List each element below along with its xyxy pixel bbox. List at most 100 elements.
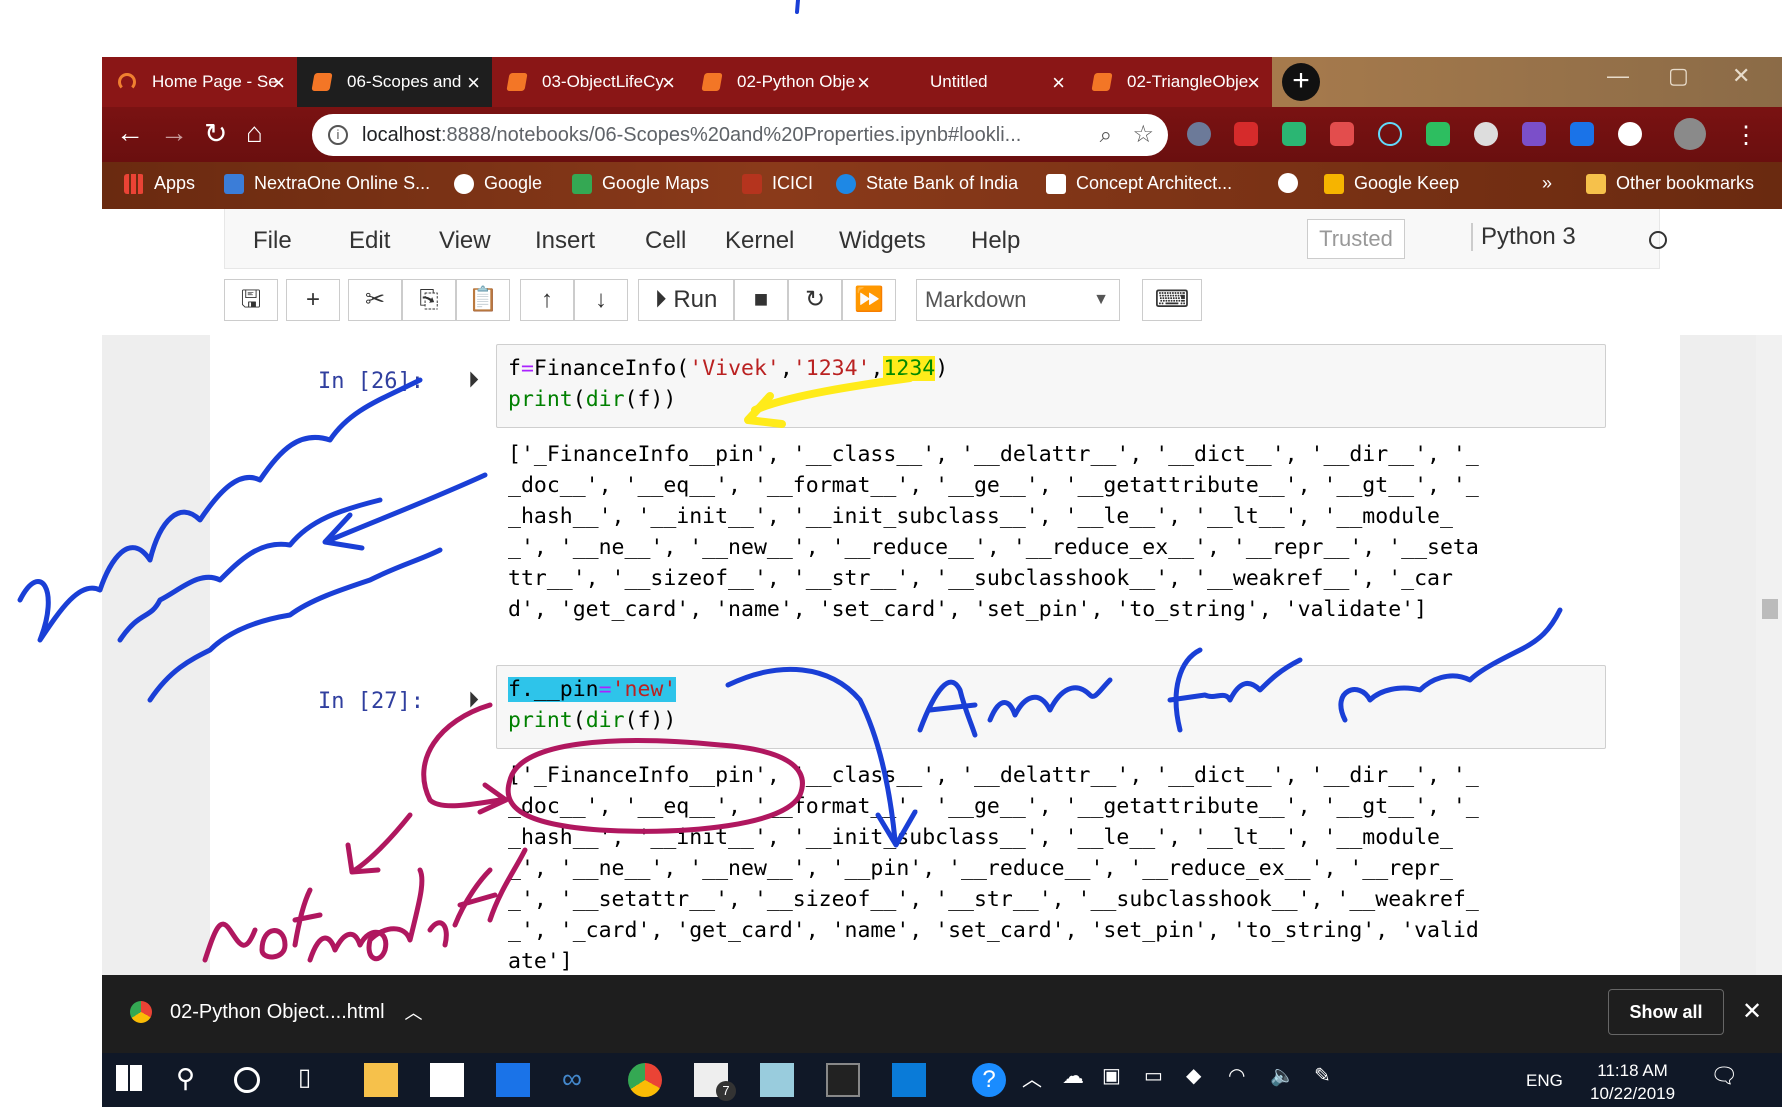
bookmarks-overflow[interactable]: » [1542, 173, 1552, 194]
move-up-button[interactable]: ↑ [520, 279, 574, 321]
tab-03-objectlifecycle[interactable]: 03-ObjectLifeCy × [492, 57, 687, 107]
close-icon[interactable]: × [662, 70, 675, 96]
restart-run-all-button[interactable]: ⏩ [842, 279, 896, 321]
cell-type-select[interactable]: Markdown ▼ [916, 279, 1120, 321]
menu-view[interactable]: View [439, 227, 491, 255]
bookmark-icici[interactable]: ICICI [742, 173, 813, 194]
save-button[interactable]: 🖫 [224, 279, 278, 321]
info-icon[interactable]: i [328, 125, 348, 145]
chevron-up-icon[interactable]: ︿ [1022, 1063, 1056, 1097]
bookmark-google-keep[interactable]: Google Keep [1324, 173, 1459, 194]
forward-icon[interactable]: → [160, 117, 188, 149]
onenote-icon[interactable] [1522, 122, 1546, 146]
wifi-icon[interactable]: ◠ [1228, 1063, 1262, 1097]
pen-icon[interactable]: ✎ [1314, 1063, 1348, 1097]
search-icon[interactable]: ⚲ [176, 1063, 210, 1097]
volume-icon[interactable]: 🔈 [1270, 1063, 1304, 1097]
tab-06-scopes[interactable]: 06-Scopes and × [297, 57, 492, 107]
copy-button[interactable]: ⎘ [402, 279, 456, 321]
task-view-icon[interactable]: ▯ [298, 1063, 332, 1097]
menu-file[interactable]: File [253, 227, 292, 255]
bookmark-google-maps[interactable]: Google Maps [572, 173, 709, 194]
maximize-icon[interactable]: ▢ [1668, 63, 1689, 89]
cut-button[interactable]: ✂ [348, 279, 402, 321]
menu-cell[interactable]: Cell [645, 227, 686, 255]
infinity-icon[interactable]: ∞ [562, 1063, 596, 1097]
dropbox-tray-icon[interactable]: ◆ [1186, 1063, 1220, 1097]
paste-button[interactable]: 📋 [456, 279, 510, 321]
bookmark-globe[interactable] [1278, 173, 1308, 193]
interrupt-button[interactable]: ■ [734, 279, 788, 321]
help-icon[interactable]: ? [972, 1063, 1006, 1097]
evernote-icon[interactable] [1426, 122, 1450, 146]
windows-start-icon[interactable] [116, 1065, 142, 1091]
menu-insert[interactable]: Insert [535, 227, 595, 255]
other-bookmarks[interactable]: Other bookmarks [1586, 173, 1754, 194]
menu-kernel[interactable]: Kernel [725, 227, 794, 255]
clock[interactable]: 11:18 AM 10/22/2019 [1590, 1059, 1675, 1105]
bookmark-google[interactable]: Google [454, 173, 542, 194]
tab-02-triangle-object[interactable]: 02-TriangleObje × [1077, 57, 1272, 107]
download-item[interactable]: 02-Python Object....html ︿ [130, 999, 423, 1025]
tab-02-python-objects[interactable]: 02-Python Obje × [687, 57, 882, 107]
vertical-scrollbar[interactable] [1756, 335, 1782, 975]
run-button[interactable]: ⏵ Run [638, 279, 734, 321]
move-down-button[interactable]: ↓ [574, 279, 628, 321]
reload-icon[interactable]: ↻ [204, 117, 227, 150]
terminal-icon[interactable] [826, 1063, 860, 1097]
run-cell-icon[interactable]: ⏵ [468, 687, 479, 713]
dropbox-icon[interactable] [1570, 122, 1594, 146]
restart-button[interactable]: ↻ [788, 279, 842, 321]
menu-edit[interactable]: Edit [349, 227, 390, 255]
bookmark-nextraone[interactable]: NextraOne Online S... [224, 173, 430, 194]
onedrive-icon[interactable]: ☁ [1062, 1063, 1096, 1097]
tab-untitled[interactable]: Untitled × [882, 57, 1077, 107]
close-window-icon[interactable]: ✕ [1732, 63, 1750, 89]
home-icon[interactable]: ⌂ [246, 117, 263, 149]
menu-help[interactable]: Help [971, 227, 1020, 255]
bookmark-apps[interactable]: Apps [124, 173, 195, 194]
show-all-button[interactable]: Show all [1608, 989, 1724, 1035]
address-bar[interactable]: i localhost:8888/notebooks/06-Scopes%20a… [312, 114, 1168, 156]
extension-icon[interactable] [1187, 122, 1211, 146]
file-explorer-icon[interactable] [364, 1063, 398, 1097]
run-cell-icon[interactable]: ⏵ [468, 367, 479, 393]
extension-icon[interactable] [1234, 122, 1258, 146]
tab-home-page[interactable]: Home Page - Se × [102, 57, 297, 107]
insert-cell-button[interactable]: + [286, 279, 340, 321]
cortana-icon[interactable] [234, 1067, 260, 1093]
zoom-icon[interactable]: ⌕ [1100, 122, 1112, 148]
app-icon[interactable] [760, 1063, 794, 1097]
react-icon[interactable] [1378, 122, 1402, 146]
extension-icon[interactable] [1282, 122, 1306, 146]
chrome-icon[interactable] [628, 1063, 662, 1097]
bookmark-sbi[interactable]: State Bank of India [836, 173, 1018, 194]
dropbox-icon[interactable] [496, 1063, 530, 1097]
scrollbar-thumb[interactable] [1762, 599, 1778, 619]
close-icon[interactable]: × [272, 70, 285, 96]
menu-widgets[interactable]: Widgets [839, 227, 926, 255]
chevron-up-icon[interactable]: ︿ [405, 999, 423, 1025]
close-icon[interactable]: × [857, 70, 870, 96]
extension-icon[interactable] [1330, 122, 1354, 146]
tray-icon[interactable]: ▣ [1102, 1063, 1136, 1097]
trusted-badge[interactable]: Trusted [1307, 219, 1405, 259]
vscode-icon[interactable] [892, 1063, 926, 1097]
new-tab-button[interactable]: + [1282, 63, 1320, 101]
avatar[interactable] [1674, 118, 1706, 150]
extension-icon[interactable] [1474, 122, 1498, 146]
language-indicator[interactable]: ENG [1526, 1071, 1563, 1091]
close-icon[interactable]: ✕ [1742, 997, 1762, 1026]
bookmark-concept-architect[interactable]: Concept Architect... [1046, 173, 1232, 194]
close-icon[interactable]: × [1052, 70, 1065, 96]
keyboard-shortcuts-button[interactable]: ⌨ [1142, 279, 1202, 321]
close-icon[interactable]: × [467, 70, 480, 96]
battery-icon[interactable]: ▭ [1144, 1063, 1178, 1097]
close-icon[interactable]: × [1247, 70, 1260, 96]
menu-icon[interactable]: ⋮ [1734, 121, 1758, 150]
minimize-icon[interactable]: — [1607, 63, 1629, 89]
notifications-icon[interactable]: 🗨 [1710, 1063, 1744, 1097]
star-icon[interactable]: ☆ [1132, 120, 1154, 149]
back-icon[interactable]: ← [116, 117, 144, 149]
store-icon[interactable] [430, 1063, 464, 1097]
